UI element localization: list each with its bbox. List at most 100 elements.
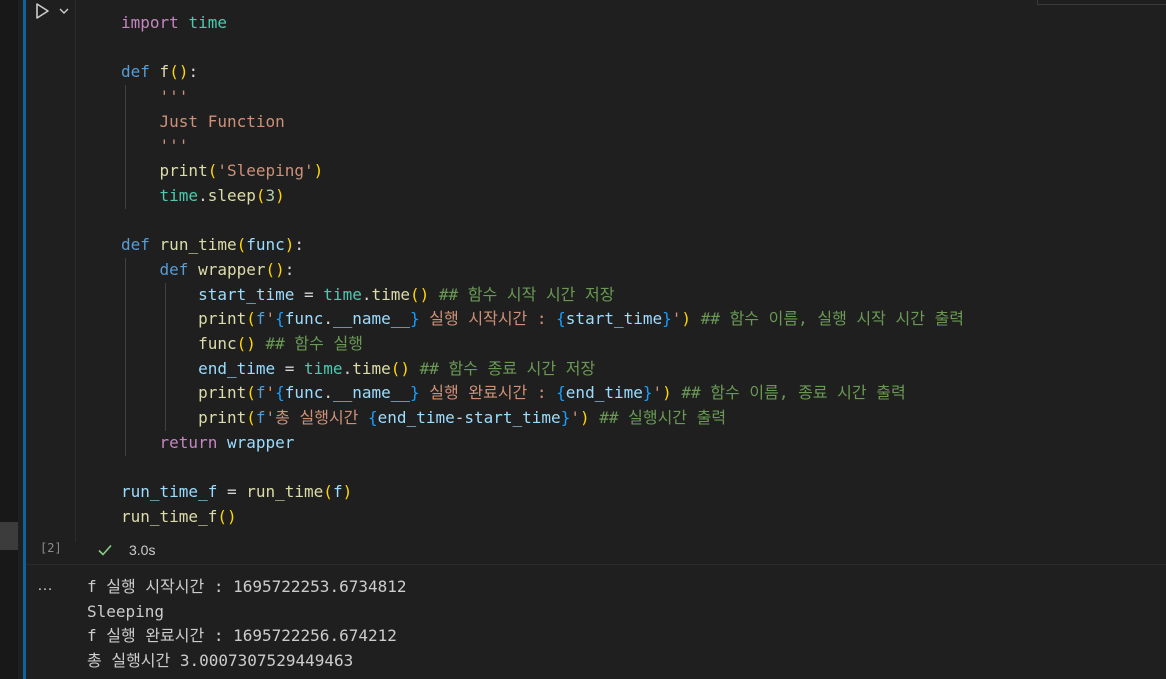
code-line[interactable]: ''' bbox=[121, 134, 964, 159]
code-token: f bbox=[159, 62, 170, 82]
code-editor[interactable]: import time def f(): ''' Just Function '… bbox=[121, 11, 964, 529]
code-token: = bbox=[217, 482, 247, 502]
code-token: : bbox=[188, 62, 199, 82]
code-token: 3 bbox=[265, 185, 276, 205]
output-line: 총 실행시간 3.0007307529449463 bbox=[87, 651, 354, 671]
code-line[interactable]: start_time = time.time() ## 함수 시작 시간 저장 bbox=[121, 283, 964, 308]
code-line[interactable]: return wrapper bbox=[121, 431, 964, 456]
code-token: ## 실행시간 출력 bbox=[599, 408, 727, 427]
cell-focus-bar bbox=[23, 0, 26, 679]
code-line[interactable]: import time bbox=[121, 11, 964, 36]
code-token: ( bbox=[255, 185, 266, 205]
code-line[interactable]: func() ## 함수 실행 bbox=[121, 332, 964, 357]
cell-output: f 실행 시작시간 : 1695722253.6734812 Sleeping … bbox=[87, 575, 407, 674]
code-token: - bbox=[454, 408, 465, 427]
code-token: ' bbox=[265, 383, 276, 403]
code-token: ' bbox=[265, 309, 276, 329]
chevron-down-icon[interactable] bbox=[57, 2, 71, 20]
code-line[interactable]: run_time_f = run_time(f) bbox=[121, 480, 964, 505]
code-token: = bbox=[275, 358, 305, 378]
code-token: ## 함수 시작 시간 저장 bbox=[438, 284, 615, 304]
code-token: func bbox=[198, 333, 237, 353]
code-line[interactable] bbox=[121, 209, 964, 234]
code-token: ( bbox=[236, 235, 247, 255]
code-token: ## 함수 이름, 종료 시간 출력 bbox=[681, 383, 906, 403]
code-line[interactable] bbox=[121, 36, 964, 61]
code-token: __name__ bbox=[332, 309, 411, 329]
code-line[interactable]: Just Function bbox=[121, 110, 964, 135]
code-token: print bbox=[198, 383, 247, 403]
code-token: func bbox=[284, 383, 324, 403]
code-token: ) bbox=[681, 309, 692, 329]
play-icon[interactable] bbox=[33, 2, 51, 20]
execution-count: [2] bbox=[40, 541, 62, 555]
code-token: ( bbox=[246, 408, 256, 427]
code-line[interactable]: end_time = time.time() ## 함수 종료 시간 저장 bbox=[121, 357, 964, 382]
code-token: Just Function bbox=[159, 111, 285, 131]
code-token: ) bbox=[284, 235, 295, 255]
code-token: : bbox=[284, 259, 295, 279]
code-token: time bbox=[352, 358, 391, 378]
check-icon bbox=[98, 544, 112, 556]
code-token: start_time bbox=[198, 284, 295, 304]
code-token: { bbox=[556, 383, 566, 403]
code-token: . bbox=[342, 358, 353, 378]
code-token: { bbox=[275, 309, 285, 329]
code-line[interactable]: def f(): bbox=[121, 60, 964, 85]
code-token: end_time bbox=[198, 358, 276, 378]
code-token: ) bbox=[275, 185, 285, 205]
code-token: . bbox=[323, 383, 333, 403]
code-line[interactable]: ''' bbox=[121, 85, 964, 110]
code-token: time bbox=[371, 284, 410, 304]
code-token: { bbox=[556, 309, 566, 329]
code-token: end_time bbox=[565, 383, 643, 403]
code-token: ( bbox=[246, 309, 256, 329]
code-line[interactable]: print(f'{func.__name__} 실행 시작시간 : {start… bbox=[121, 307, 964, 332]
code-line[interactable]: print('Sleeping') bbox=[121, 159, 964, 184]
notebook-cell: import time def f(): ''' Just Function '… bbox=[0, 0, 1166, 679]
code-token: start_time bbox=[565, 309, 663, 329]
output-line: f 실행 완료시간 : 1695722256.674212 bbox=[87, 626, 397, 646]
code-token: () bbox=[217, 506, 237, 526]
code-token: start_time bbox=[464, 408, 561, 427]
code-token: ) bbox=[342, 482, 353, 502]
code-token: ) bbox=[313, 161, 324, 181]
code-token: 실행 완료시간 : bbox=[419, 383, 557, 403]
output-more-actions-button[interactable]: … bbox=[37, 577, 54, 595]
code-token: return bbox=[159, 432, 218, 452]
code-token: run_time bbox=[246, 482, 324, 502]
gutter-divider bbox=[75, 0, 76, 542]
code-line[interactable]: time.sleep(3) bbox=[121, 184, 964, 209]
code-token: 실행 시작시간 : bbox=[419, 309, 557, 329]
code-token: . bbox=[323, 309, 333, 329]
code-token: __name__ bbox=[332, 383, 411, 403]
code-token: } bbox=[642, 383, 653, 403]
code-token: f bbox=[255, 408, 266, 427]
code-token: def bbox=[159, 259, 189, 279]
code-token: f bbox=[332, 482, 343, 502]
code-token: } bbox=[410, 383, 420, 403]
code-line[interactable]: run_time_f() bbox=[121, 505, 964, 530]
code-token: } bbox=[662, 309, 672, 329]
code-token: } bbox=[560, 408, 571, 427]
code-line[interactable]: def run_time(func): bbox=[121, 233, 964, 258]
code-line[interactable] bbox=[121, 455, 964, 480]
code-line[interactable]: print(f'총 실행시간 {end_time-start_time}') #… bbox=[121, 406, 964, 431]
code-line[interactable]: def wrapper(): bbox=[121, 258, 964, 283]
code-line[interactable]: print(f'{func.__name__} 실행 완료시간 : {end_t… bbox=[121, 381, 964, 406]
code-token: sleep bbox=[207, 185, 256, 205]
output-divider bbox=[26, 564, 1166, 565]
code-token: ( bbox=[246, 383, 256, 403]
